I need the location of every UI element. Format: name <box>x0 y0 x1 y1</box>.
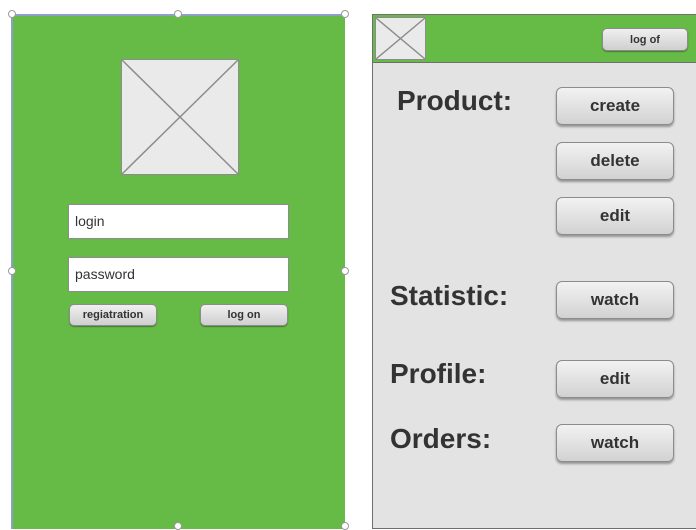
product-section-label: Product: <box>397 85 513 116</box>
orders-section-label: Orders: <box>390 423 492 454</box>
logoff-button[interactable]: log of <box>602 28 688 51</box>
selection-handle-icon[interactable] <box>341 10 349 18</box>
profile-section-label: Profile: <box>390 358 487 389</box>
profile-edit-button[interactable]: edit <box>556 360 674 398</box>
logo-image-placeholder-icon <box>121 59 239 175</box>
admin-screen-mockup[interactable]: log of Product: create delete edit Stati… <box>372 14 696 529</box>
product-create-button[interactable]: create <box>556 87 674 125</box>
registration-button[interactable]: regiatration <box>69 304 157 326</box>
header-logo-placeholder-icon <box>375 17 426 60</box>
admin-header-bar: log of <box>373 15 696 63</box>
selection-handle-icon[interactable] <box>174 10 182 18</box>
logon-button[interactable]: log on <box>200 304 288 326</box>
product-delete-button[interactable]: delete <box>556 142 674 180</box>
orders-watch-button[interactable]: watch <box>556 424 674 462</box>
login-input[interactable]: login <box>68 204 289 239</box>
selection-handle-icon[interactable] <box>8 10 16 18</box>
selection-handle-icon[interactable] <box>341 267 349 275</box>
product-edit-button[interactable]: edit <box>556 197 674 235</box>
statistic-section-label: Statistic: <box>390 280 509 311</box>
password-input[interactable]: password <box>68 257 289 292</box>
statistic-watch-button[interactable]: watch <box>556 281 674 319</box>
login-screen-mockup[interactable]: login password regiatration log on <box>11 14 345 529</box>
selection-handle-icon[interactable] <box>8 267 16 275</box>
